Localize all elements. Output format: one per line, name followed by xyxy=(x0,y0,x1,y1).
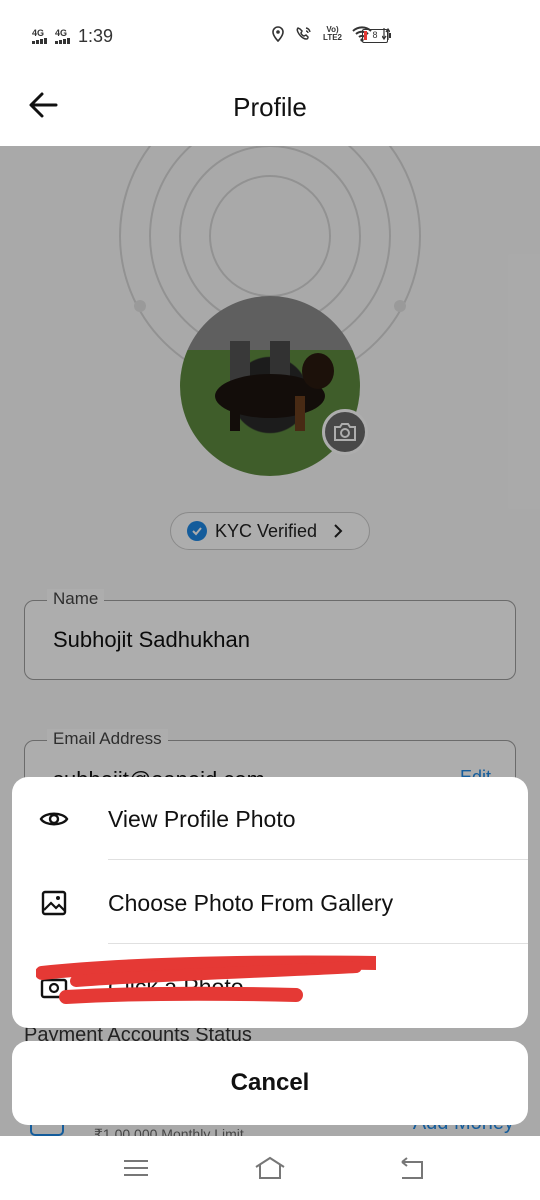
home-icon[interactable] xyxy=(254,1154,286,1182)
red-scribble-redaction xyxy=(36,955,376,1004)
location-icon xyxy=(272,26,284,42)
wifi-calling-icon xyxy=(296,27,311,40)
status-left: 4G 4G 1:39 xyxy=(32,26,113,47)
back-nav-icon[interactable] xyxy=(396,1154,428,1182)
choose-from-gallery-option[interactable]: Choose Photo From Gallery xyxy=(12,861,528,945)
photo-options-sheet: View Profile Photo Choose Photo From Gal… xyxy=(12,777,528,1028)
menu-icon[interactable] xyxy=(120,1154,152,1182)
volte-indicator: Vo) LTE2 xyxy=(323,25,342,42)
system-nav-bar xyxy=(0,1136,540,1200)
page-title: Profile xyxy=(233,92,307,122)
view-profile-photo-option[interactable]: View Profile Photo xyxy=(12,777,528,861)
eye-icon xyxy=(38,803,70,835)
signal-icon-sim2: 4G xyxy=(55,29,70,44)
app-header: Profile xyxy=(0,70,540,146)
image-icon xyxy=(38,887,70,919)
view-profile-photo-label: View Profile Photo xyxy=(108,805,296,832)
sheet-divider xyxy=(108,943,528,944)
battery-icon: 8 xyxy=(362,29,391,43)
status-bar: 4G 4G 1:39 Vo) LTE2 8 xyxy=(0,0,540,70)
status-time: 1:39 xyxy=(78,26,114,46)
choose-from-gallery-label: Choose Photo From Gallery xyxy=(108,889,394,916)
signal-icon-sim1: 4G xyxy=(32,29,47,44)
sheet-divider xyxy=(108,859,528,860)
cancel-button[interactable]: Cancel xyxy=(12,1041,528,1125)
